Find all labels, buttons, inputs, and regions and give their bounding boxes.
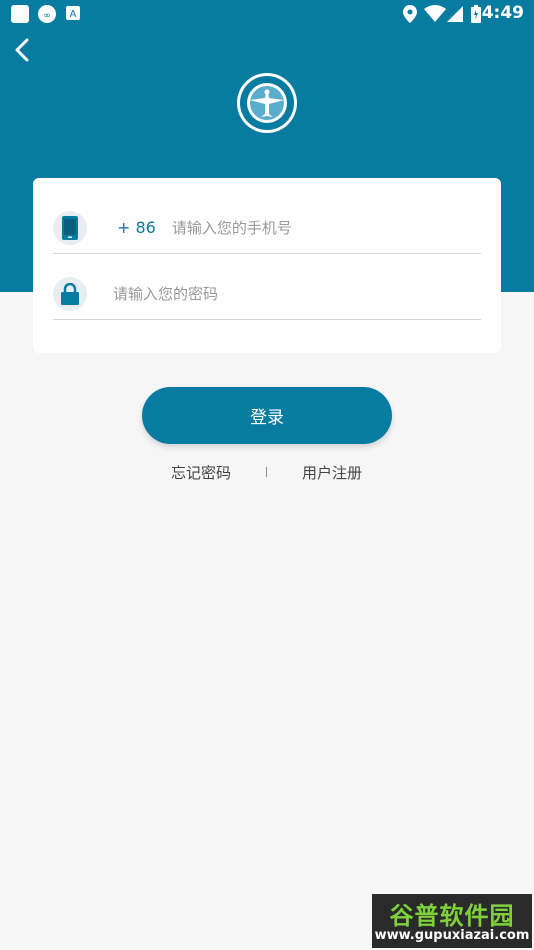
back-button[interactable]	[8, 36, 36, 64]
register-link[interactable]: 用户注册	[302, 462, 362, 483]
login-card: + 86	[33, 178, 501, 353]
links-divider	[266, 467, 267, 477]
phone-row: + 86	[53, 202, 481, 254]
svg-text:A: A	[70, 9, 77, 20]
infinity-icon: ∞	[37, 5, 56, 23]
watermark-url: www.gupuxiazai.com	[374, 928, 530, 943]
wifi-icon	[424, 5, 446, 23]
a-letter-icon: A	[66, 5, 84, 23]
app-square-icon	[11, 5, 29, 23]
lock-icon-wrap	[53, 276, 87, 311]
forgot-password-link[interactable]: 忘记密码	[171, 462, 231, 483]
battery-icon	[471, 5, 481, 23]
password-row	[53, 268, 481, 320]
emblem-logo-icon	[236, 72, 298, 134]
chevron-left-icon	[15, 38, 29, 62]
phone-icon	[62, 215, 78, 240]
watermark: 谷普软件园 www.gupuxiazai.com	[372, 894, 532, 948]
status-time: 4:49	[481, 3, 524, 23]
login-button[interactable]: 登录	[142, 387, 392, 444]
password-input[interactable]	[113, 284, 453, 303]
status-bar: ∞ A 4:49	[0, 0, 534, 28]
svg-text:∞: ∞	[43, 11, 51, 21]
location-icon	[403, 5, 421, 23]
phone-input[interactable]	[171, 218, 452, 237]
watermark-title: 谷普软件园	[389, 902, 515, 930]
lock-icon	[61, 282, 79, 305]
signal-icon	[447, 5, 465, 23]
phone-icon-wrap	[53, 210, 87, 245]
auth-links: 忘记密码 用户注册	[0, 462, 534, 484]
country-code[interactable]: + 86	[117, 218, 156, 237]
